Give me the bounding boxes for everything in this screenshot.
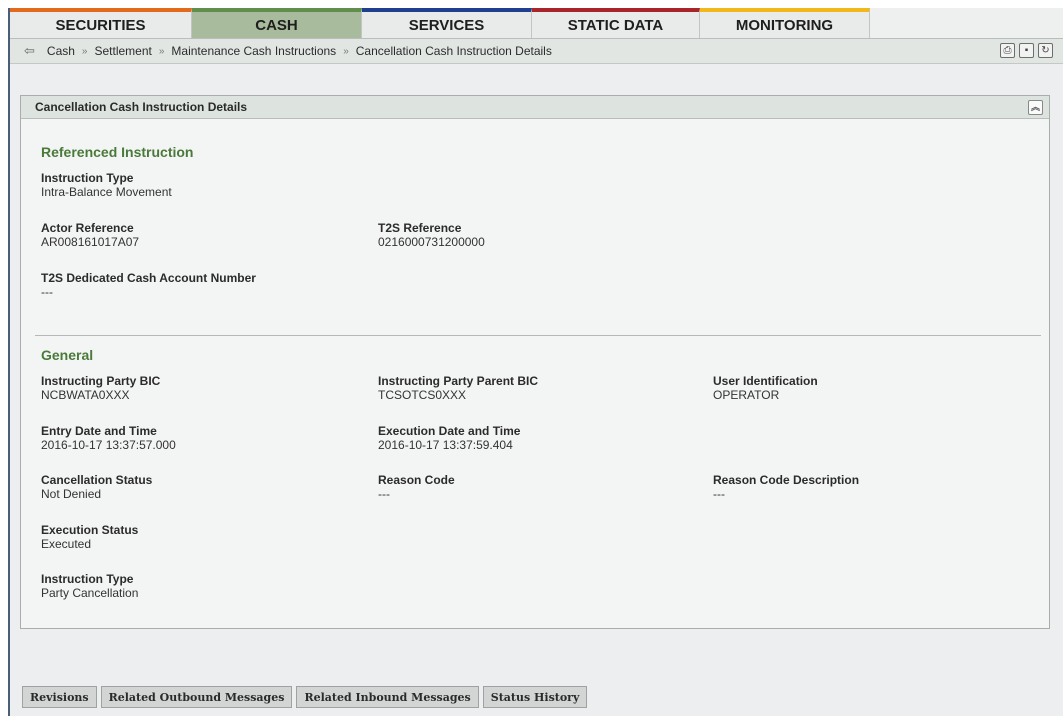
field-value: ---	[41, 285, 53, 299]
field-value: 2016-10-17 13:37:57.000	[41, 438, 176, 452]
revisions-button[interactable]: Revisions	[22, 686, 97, 708]
field-label: Actor Reference	[41, 221, 134, 235]
field-user-identification: User Identification OPERATOR	[713, 374, 818, 402]
field-value: Executed	[41, 537, 92, 551]
field-value: NCBWATA0XXX	[41, 388, 130, 402]
field-label: Reason Code	[378, 473, 455, 487]
field-label: Execution Date and Time	[378, 424, 521, 438]
section-referenced-instruction: Referenced Instruction	[41, 144, 194, 160]
field-label: Instructing Party BIC	[41, 374, 161, 388]
field-actor-reference: Actor Reference AR008161017A07	[41, 221, 139, 249]
breadcrumb-current: Cancellation Cash Instruction Details	[355, 44, 552, 58]
related-inbound-messages-button[interactable]: Related Inbound Messages	[296, 686, 479, 708]
tab-securities[interactable]: SECURITIES	[10, 8, 192, 38]
field-value: OPERATOR	[713, 388, 780, 402]
tab-label: MONITORING	[735, 16, 834, 34]
back-arrow-icon[interactable]: ⇦	[24, 43, 35, 59]
main-tabs: SECURITIES CASH SERVICES STATIC DATA MON…	[10, 8, 1063, 39]
field-execution-datetime: Execution Date and Time 2016-10-17 13:37…	[378, 424, 520, 452]
save-icon[interactable]: ▪	[1019, 43, 1034, 58]
tab-label: SERVICES	[408, 16, 485, 34]
field-value: ---	[378, 487, 390, 501]
field-entry-datetime: Entry Date and Time 2016-10-17 13:37:57.…	[41, 424, 176, 452]
field-label: T2S Dedicated Cash Account Number	[41, 271, 256, 285]
field-value: AR008161017A07	[41, 235, 140, 249]
breadcrumb: ⇦ Cash » Settlement » Maintenance Cash I…	[10, 39, 1063, 64]
field-value: ---	[713, 487, 725, 501]
print-icon[interactable]: ⎙	[1000, 43, 1015, 58]
panel-title: Cancellation Cash Instruction Details	[35, 100, 248, 114]
field-reason-code-description: Reason Code Description ---	[713, 473, 859, 501]
tab-label: CASH	[255, 16, 298, 34]
field-t2s-reference: T2S Reference 0216000731200000	[378, 221, 485, 249]
field-general-instruction-type: Instruction Type Party Cancellation	[41, 572, 138, 600]
field-value: Intra-Balance Movement	[41, 185, 172, 199]
field-label: Cancellation Status	[41, 473, 153, 487]
related-outbound-messages-button[interactable]: Related Outbound Messages	[100, 686, 293, 708]
bottom-button-bar: Revisions Related Outbound Messages Rela…	[22, 686, 588, 708]
field-value: Not Denied	[41, 487, 102, 501]
field-label: Instructing Party Parent BIC	[378, 374, 539, 388]
field-label: User Identification	[713, 374, 818, 388]
section-divider	[35, 335, 1041, 336]
field-cancellation-status: Cancellation Status Not Denied	[41, 473, 152, 501]
breadcrumb-cash[interactable]: Cash	[47, 44, 75, 58]
field-value: 0216000731200000	[378, 235, 485, 249]
field-dca-number: T2S Dedicated Cash Account Number ---	[41, 271, 256, 299]
field-instructing-party-parent-bic: Instructing Party Parent BIC TCSOTCS0XXX	[378, 374, 538, 402]
field-instruction-type: Instruction Type Intra-Balance Movement	[41, 171, 172, 199]
field-value: 2016-10-17 13:37:59.404	[378, 438, 513, 452]
field-label: Entry Date and Time	[41, 424, 157, 438]
breadcrumb-maintenance[interactable]: Maintenance Cash Instructions	[171, 44, 336, 58]
breadcrumb-separator: »	[343, 45, 349, 57]
refresh-icon[interactable]: ↻	[1038, 43, 1053, 58]
field-instructing-party-bic: Instructing Party BIC NCBWATA0XXX	[41, 374, 160, 402]
field-label: Instruction Type	[41, 171, 134, 185]
toolbar-icons: ⎙ ▪ ↻	[1000, 43, 1053, 58]
field-label: Reason Code Description	[713, 473, 860, 487]
tab-static-data[interactable]: STATIC DATA	[532, 8, 700, 38]
app-frame: SECURITIES CASH SERVICES STATIC DATA MON…	[8, 8, 1063, 716]
status-history-button[interactable]: Status History	[482, 686, 588, 708]
tab-label: SECURITIES	[55, 16, 146, 34]
panel-header: Cancellation Cash Instruction Details ︽	[21, 96, 1049, 119]
breadcrumb-settlement[interactable]: Settlement	[94, 44, 151, 58]
tab-label: STATIC DATA	[567, 16, 664, 34]
field-label: Execution Status	[41, 523, 139, 537]
field-value: TCSOTCS0XXX	[378, 388, 467, 402]
field-label: T2S Reference	[378, 221, 462, 235]
breadcrumb-separator: »	[81, 45, 88, 57]
collapse-icon[interactable]: ︽	[1028, 100, 1043, 115]
breadcrumb-separator: »	[158, 45, 165, 57]
section-general: General	[41, 347, 94, 363]
field-value: Party Cancellation	[41, 586, 139, 600]
tab-services[interactable]: SERVICES	[362, 8, 532, 38]
field-execution-status: Execution Status Executed	[41, 523, 138, 551]
tab-monitoring[interactable]: MONITORING	[700, 8, 870, 38]
field-label: Instruction Type	[41, 572, 134, 586]
field-reason-code: Reason Code ---	[378, 473, 455, 501]
tab-cash[interactable]: CASH	[192, 8, 362, 38]
details-panel: Cancellation Cash Instruction Details ︽ …	[20, 95, 1050, 629]
